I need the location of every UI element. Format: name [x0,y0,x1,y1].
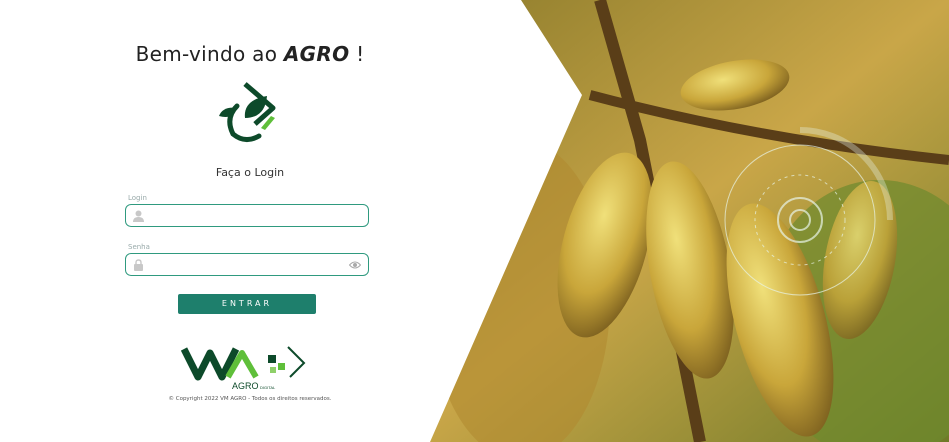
lock-icon [134,259,143,271]
login-panel: Bem-vindo ao AGRO ! Faça o Login Login S… [0,0,949,442]
logo-agro-text: AGRO [232,381,259,391]
login-heading: Faça o Login [215,166,285,179]
password-input[interactable] [148,256,352,275]
user-icon [133,210,144,222]
login-label: Login [128,194,147,202]
vm-agro-logo: AGRO DIGITAL [180,346,306,391]
leaf-logo-icon [219,82,276,142]
copyright-text: © Copyright 2022 VM AGRO - Todos os dire… [168,396,332,402]
welcome-title-suffix: ! [349,42,365,66]
welcome-title-brand: AGRO [283,42,350,66]
welcome-title: Bem-vindo ao AGRO ! [110,42,390,66]
login-field[interactable] [125,204,369,227]
login-input[interactable] [148,207,352,226]
password-label: Senha [128,243,150,251]
submit-button[interactable]: ENTRAR [178,294,316,314]
welcome-title-prefix: Bem-vindo ao [135,42,284,66]
eye-icon[interactable] [349,260,361,270]
logo-digital-text: DIGITAL [260,385,276,390]
password-field[interactable] [125,253,369,276]
